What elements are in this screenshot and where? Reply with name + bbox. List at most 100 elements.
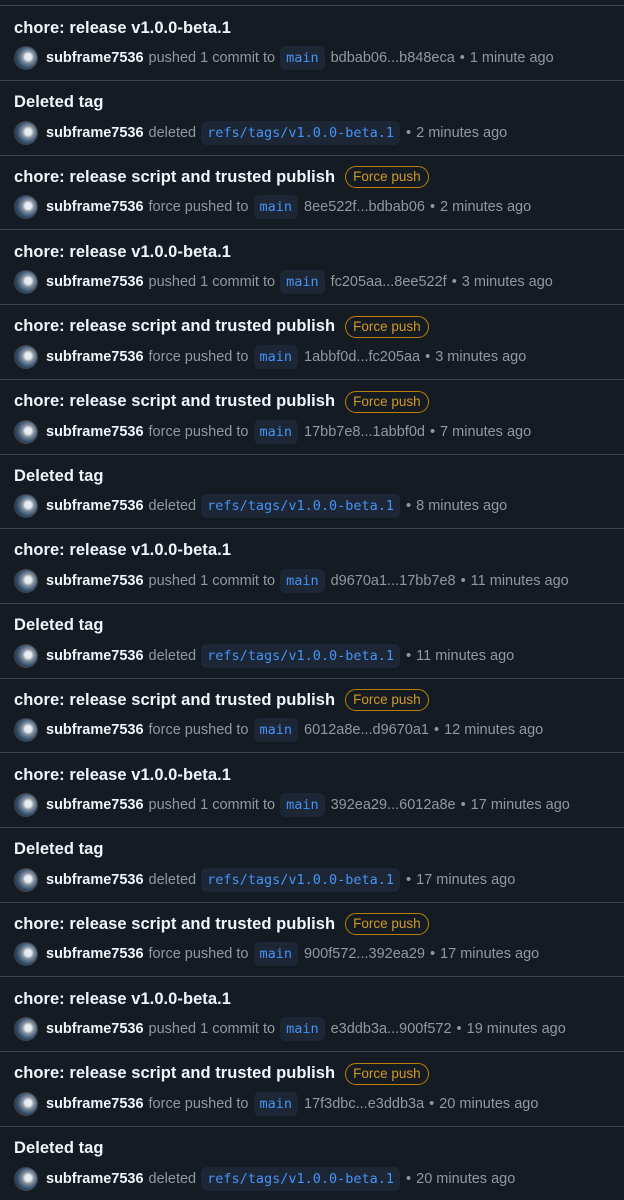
separator-dot: • xyxy=(434,722,440,739)
username-link[interactable]: subframe7536 xyxy=(46,125,144,141)
activity-item: Deleted tag subframe7536 deleted refs/tags/… xyxy=(0,454,624,530)
separator-dot: • xyxy=(406,124,412,141)
separator-dot: • xyxy=(429,423,436,440)
activity-title[interactable]: chore: release script and trusted publis… xyxy=(14,392,335,411)
ref-link[interactable]: main xyxy=(253,942,299,967)
username-link[interactable]: subframe7536 xyxy=(46,50,144,66)
activity-meta: subframe7536 deleted refs/tags/v1.0.0-beta… xyxy=(14,493,507,519)
activity-item: chore: release v1.0.0-beta.1 subframe7536… xyxy=(0,529,624,604)
username-link[interactable]: subframe7536 xyxy=(46,797,144,813)
username-link[interactable]: subframe7536 xyxy=(46,872,144,888)
user-avatar[interactable] xyxy=(14,46,38,70)
activity-title[interactable]: Deleted tag xyxy=(14,93,104,112)
ref-link[interactable]: main xyxy=(253,195,299,220)
activity-item: chore: release script and trusted publis… xyxy=(0,1052,624,1127)
ref-link[interactable]: refs/tags/v1.0.0-beta.1 xyxy=(201,120,401,145)
relative-time: 8 minutes ago xyxy=(416,498,508,515)
activity-title[interactable]: chore: release v1.0.0-beta.1 xyxy=(14,243,231,262)
activity-meta: subframe7536 pushed 1 commit to main e3ddb3… xyxy=(14,1016,566,1042)
ref-link[interactable]: refs/tags/v1.0.0-beta.1 xyxy=(201,643,401,668)
username-link[interactable]: subframe7536 xyxy=(46,274,144,290)
username-link[interactable]: subframe7536 xyxy=(46,946,144,962)
activity-title[interactable]: chore: release script and trusted publis… xyxy=(14,691,335,710)
user-avatar[interactable] xyxy=(14,793,38,817)
activity-meta: subframe7536 force pushed to main 900f572..… xyxy=(14,941,539,967)
commit-range-link[interactable]: 1abbf0d...fc205aa xyxy=(304,349,420,365)
commit-range-link[interactable]: 8ee522f...bdbab06 xyxy=(304,199,425,215)
activity-title[interactable]: chore: release v1.0.0-beta.1 xyxy=(14,541,231,560)
ref-link[interactable]: main xyxy=(280,46,325,70)
activity-title[interactable]: chore: release script and trusted publis… xyxy=(14,317,335,336)
commit-range-link[interactable]: 6012a8e...d9670a1 xyxy=(304,722,429,738)
activity-title[interactable]: Deleted tag xyxy=(14,616,104,635)
activity-item: chore: release v1.0.0-beta.1 subframe7536… xyxy=(0,230,624,306)
force-push-badge: Force push xyxy=(345,390,429,413)
ref-link[interactable]: main xyxy=(253,718,299,743)
commit-range-link[interactable]: bdbab06...b848eca xyxy=(331,50,455,66)
commit-range-link[interactable]: 17bb7e8...1abbf0d xyxy=(304,424,425,440)
user-avatar[interactable] xyxy=(14,120,38,145)
ref-link[interactable]: main xyxy=(280,568,325,593)
username-link[interactable]: subframe7536 xyxy=(46,1096,144,1112)
activity-title[interactable]: chore: release v1.0.0-beta.1 xyxy=(14,990,231,1009)
user-avatar[interactable] xyxy=(14,568,38,593)
user-avatar[interactable] xyxy=(14,643,38,668)
activity-meta: subframe7536 deleted refs/tags/v1.0.0-beta… xyxy=(14,643,514,669)
commit-range-link[interactable]: e3ddb3a...900f572 xyxy=(331,1021,452,1037)
username-link[interactable]: subframe7536 xyxy=(46,349,144,365)
user-avatar[interactable] xyxy=(14,494,38,519)
activity-meta: subframe7536 force pushed to main 6012a8e..… xyxy=(14,717,543,743)
ref-link[interactable]: main xyxy=(280,270,325,295)
activity-title[interactable]: Deleted tag xyxy=(14,840,104,859)
user-avatar[interactable] xyxy=(14,344,38,369)
commit-range-link[interactable]: 900f572...392ea29 xyxy=(304,946,425,962)
activity-title[interactable]: Deleted tag xyxy=(14,1139,104,1158)
commit-range-link[interactable]: 392ea29...6012a8e xyxy=(331,797,456,813)
ref-link[interactable]: refs/tags/v1.0.0-beta.1 xyxy=(201,494,401,519)
user-avatar[interactable] xyxy=(14,718,38,743)
ref-link[interactable]: main xyxy=(253,344,299,369)
user-avatar[interactable] xyxy=(14,419,38,444)
username-link[interactable]: subframe7536 xyxy=(46,573,144,589)
activity-title[interactable]: chore: release script and trusted publis… xyxy=(14,1064,335,1083)
ref-link[interactable]: main xyxy=(280,1017,325,1042)
relative-time: 3 minutes ago xyxy=(435,348,527,365)
user-avatar[interactable] xyxy=(14,942,38,967)
commit-range-link[interactable]: 17f3dbc...e3ddb3a xyxy=(304,1096,424,1112)
activity-action: pushed 1 commit to xyxy=(148,1021,276,1038)
ref-link[interactable]: main xyxy=(253,419,299,444)
username-link[interactable]: subframe7536 xyxy=(46,199,144,215)
commit-range-link[interactable]: d9670a1...17bb7e8 xyxy=(331,573,456,589)
user-avatar[interactable] xyxy=(14,195,38,220)
commit-range-link[interactable]: fc205aa...8ee522f xyxy=(331,274,447,290)
ref-link[interactable]: refs/tags/v1.0.0-beta.1 xyxy=(201,867,401,892)
activity-title[interactable]: chore: release script and trusted publis… xyxy=(14,915,335,934)
relative-time: 20 minutes ago xyxy=(439,1095,539,1112)
force-push-badge: Force push xyxy=(345,689,429,712)
username-link[interactable]: subframe7536 xyxy=(46,648,144,664)
ref-link[interactable]: refs/tags/v1.0.0-beta.1 xyxy=(201,1166,401,1191)
username-link[interactable]: subframe7536 xyxy=(46,498,144,514)
ref-link[interactable]: main xyxy=(280,793,325,817)
ref-link[interactable]: main xyxy=(253,1091,299,1116)
activity-title[interactable]: Deleted tag xyxy=(14,467,104,486)
activity-action: force pushed to xyxy=(148,423,249,440)
username-link[interactable]: subframe7536 xyxy=(46,1171,144,1187)
username-link[interactable]: subframe7536 xyxy=(46,424,144,440)
activity-title-row: chore: release v1.0.0-beta.1 xyxy=(14,240,231,264)
user-avatar[interactable] xyxy=(14,1166,38,1191)
relative-time: 7 minutes ago xyxy=(440,423,532,440)
activity-title[interactable]: chore: release v1.0.0-beta.1 xyxy=(14,19,231,38)
activity-meta: subframe7536 deleted refs/tags/v1.0.0-beta… xyxy=(14,1166,515,1192)
activity-item: chore: release script and trusted publis… xyxy=(0,678,624,754)
activity-title[interactable]: chore: release v1.0.0-beta.1 xyxy=(14,766,231,785)
activity-title[interactable]: chore: release script and trusted publis… xyxy=(14,168,335,187)
user-avatar[interactable] xyxy=(14,1091,38,1116)
activity-item: chore: release v1.0.0-beta.1 subframe7536… xyxy=(0,977,624,1053)
username-link[interactable]: subframe7536 xyxy=(46,1021,144,1037)
user-avatar[interactable] xyxy=(14,867,38,892)
activity-item: chore: release script and trusted publis… xyxy=(0,305,624,380)
user-avatar[interactable] xyxy=(14,1017,38,1042)
username-link[interactable]: subframe7536 xyxy=(46,722,144,738)
user-avatar[interactable] xyxy=(14,270,38,295)
